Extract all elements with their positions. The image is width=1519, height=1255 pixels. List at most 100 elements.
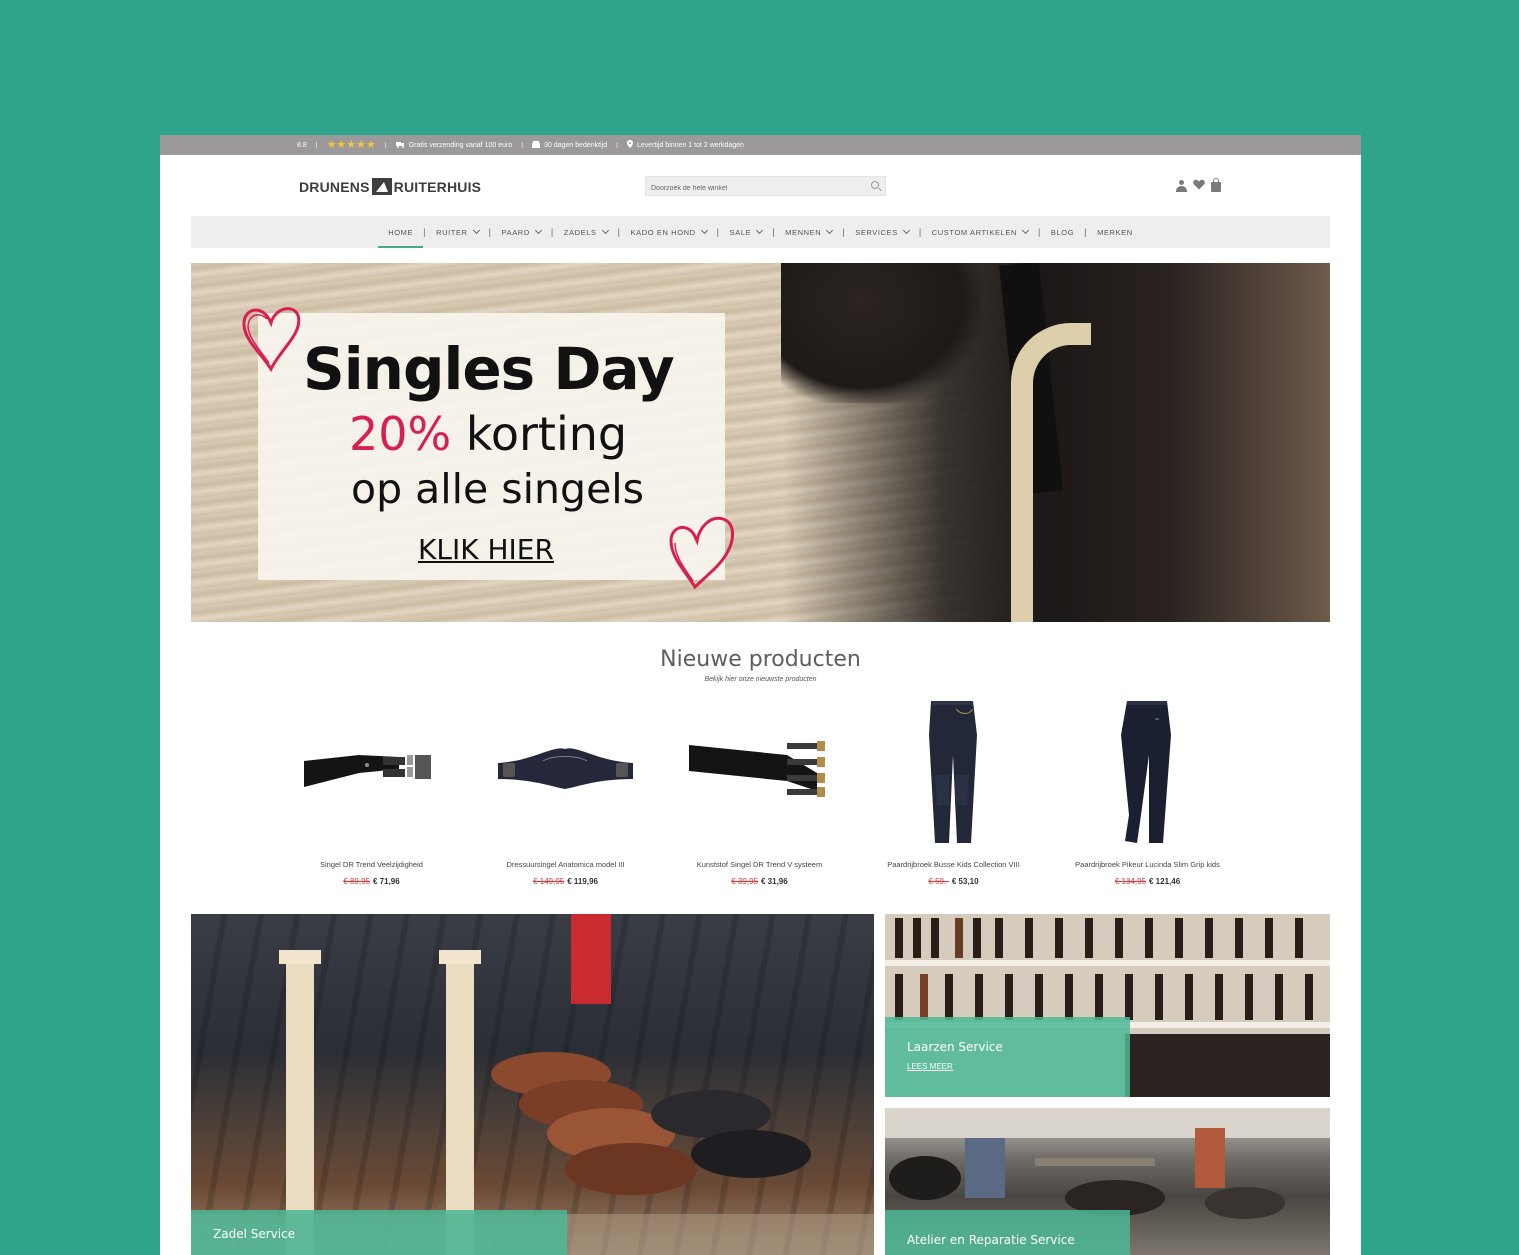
chevron-down-icon — [756, 226, 764, 235]
tile-caption: Atelier en Reparatie Service — [885, 1210, 1130, 1255]
product-old-price: € 39,95 — [731, 877, 758, 886]
nav-label: KADO EN HOND — [630, 227, 696, 237]
wishlist-heart-icon[interactable] — [1193, 179, 1205, 192]
nav-label: ZADELS — [563, 227, 597, 237]
nav-item-home[interactable]: HOME — [378, 216, 424, 248]
heart-doodle-icon — [242, 307, 301, 373]
product-old-price: € 134,95 — [1114, 877, 1146, 886]
nav-label: PAARD — [501, 227, 530, 237]
product-price: € 39,95 € 31,96 — [667, 877, 852, 886]
atelier-reparatie-tile[interactable]: Atelier en Reparatie Service — [885, 1108, 1330, 1255]
tile-title: Atelier en Reparatie Service — [907, 1233, 1075, 1247]
hero-banner[interactable]: Singles Day 20% korting op alle singels … — [191, 263, 1330, 622]
header-actions — [1176, 177, 1221, 192]
nav-item-merken[interactable]: MERKEN — [1087, 216, 1143, 248]
tile-title: Zadel Service — [213, 1227, 296, 1241]
product-card[interactable]: Paardrijbroek Busse Kids Collection VIII… — [861, 695, 1046, 886]
chevron-down-icon — [601, 226, 609, 235]
horse-photo — [781, 263, 981, 403]
product-image — [861, 695, 1046, 855]
account-icon[interactable] — [1176, 179, 1187, 192]
read-more-link[interactable]: LEES MEER — [907, 1062, 1108, 1071]
nav-label: MERKEN — [1097, 227, 1133, 237]
chevron-down-icon — [826, 226, 834, 235]
product-card[interactable]: Dressuursingel Anatomica model III € 149… — [473, 695, 658, 886]
product-price: € 134,95 € 121,46 — [1055, 877, 1240, 886]
rating-stars: ★★★★★ — [326, 138, 376, 151]
product-card[interactable]: Kunststof Singel DR Trend V systeem € 39… — [667, 695, 852, 886]
product-image — [473, 695, 658, 855]
product-sale-price: € 119,96 — [567, 877, 598, 886]
nav-item-custom-artikelen[interactable]: CUSTOM ARTIKELEN — [922, 216, 1038, 248]
hero-subline: op alle singels — [351, 465, 645, 513]
nav-item-blog[interactable]: BLOG — [1041, 216, 1084, 248]
delivery-text: Levertijd binnen 1 tot 2 werkdagen — [636, 141, 744, 149]
chevron-down-icon — [700, 226, 708, 235]
chevron-down-icon — [534, 226, 542, 235]
truck-icon — [395, 141, 405, 150]
search-icon[interactable] — [871, 181, 879, 189]
nav-item-sale[interactable]: SALE — [720, 216, 773, 248]
product-image — [279, 695, 464, 855]
girth-fleece-photo — [1011, 323, 1091, 622]
product-old-price: € 89,95 — [343, 877, 370, 886]
tile-caption: Zadel Service — [191, 1210, 567, 1255]
nav-item-services[interactable]: SERVICES — [845, 216, 919, 248]
section-title: Nieuwe producten — [660, 647, 861, 672]
product-sale-price: € 53,10 — [951, 877, 979, 886]
tile-caption: Laarzen Service LEES MEER — [885, 1017, 1130, 1097]
search-box — [645, 176, 886, 198]
product-name: Kunststof Singel DR Trend V systeem — [696, 860, 823, 869]
product-price: € 89,95 € 71,96 — [279, 877, 464, 886]
nav-item-mennen[interactable]: MENNEN — [775, 216, 842, 248]
chevron-down-icon — [472, 226, 480, 235]
nav-item-kado-en-hond[interactable]: KADO EN HOND — [621, 216, 717, 248]
nav-label: SALE — [729, 227, 752, 237]
search-input[interactable] — [646, 179, 856, 198]
shopping-bag-icon[interactable] — [1211, 177, 1221, 192]
tile-title: Laarzen Service — [907, 1040, 1003, 1054]
product-image — [667, 695, 852, 855]
logo-text-left: DRUNENS — [299, 178, 370, 195]
info-bar: 8.8 | ★★★★★ | Gratis verzending vanaf 10… — [160, 135, 1361, 155]
product-card[interactable]: Paardrijbroek Pikeur Lucinda Slim Grip k… — [1055, 695, 1240, 886]
hero-discount-percent: 20% — [349, 407, 452, 461]
product-old-price: € 149,95 — [533, 877, 565, 886]
logo-text-right: RUITERHUIS — [393, 178, 482, 195]
heart-doodle-icon — [669, 516, 734, 590]
zadel-service-tile[interactable]: Zadel Service — [191, 914, 874, 1255]
separator: | — [315, 141, 318, 149]
main-navigation: HOME | RUITER | PAARD | ZADELS | KADO EN… — [191, 216, 1330, 248]
section-subtitle: Bekijk hier onze nieuwste producten — [704, 676, 817, 683]
product-sale-price: € 71,96 — [373, 877, 400, 886]
product-name: Paardrijbroek Busse Kids Collection VIII — [887, 860, 1020, 869]
site-logo[interactable]: DRUNENS RUITERHUIS — [299, 178, 481, 195]
nav-item-zadels[interactable]: ZADELS — [554, 216, 618, 248]
nav-label: RUITER — [436, 227, 468, 237]
nav-label: HOME — [388, 227, 414, 237]
nav-label: CUSTOM ARTIKELEN — [931, 227, 1017, 237]
product-name: Singel DR Trend Veelzijdigheid — [320, 860, 423, 869]
product-card[interactable]: Singel DR Trend Veelzijdigheid € 89,95 € … — [279, 695, 464, 886]
chevron-down-icon — [1021, 226, 1029, 235]
rating-score: 8.8 — [297, 141, 307, 149]
browser-page: 8.8 | ★★★★★ | Gratis verzending vanaf 10… — [160, 135, 1361, 1255]
nav-item-paard[interactable]: PAARD — [492, 216, 551, 248]
product-price: € 149,95 € 119,96 — [473, 877, 658, 886]
hero-title: Singles Day — [303, 335, 675, 403]
product-name: Dressuursingel Anatomica model III — [506, 860, 625, 869]
product-name: Paardrijbroek Pikeur Lucinda Slim Grip k… — [1075, 860, 1220, 869]
nav-item-ruiter[interactable]: RUITER — [426, 216, 489, 248]
hero-discount: 20% korting — [349, 407, 627, 461]
hero-discount-text: korting — [465, 407, 628, 461]
separator: | — [616, 141, 618, 149]
box-icon — [532, 140, 541, 150]
hero-cta-link[interactable]: KLIK HIER — [418, 533, 554, 566]
separator: | — [384, 141, 387, 149]
product-sale-price: € 121,46 — [1149, 877, 1181, 886]
laarzen-service-tile[interactable]: Laarzen Service LEES MEER — [885, 914, 1330, 1097]
nav-label: MENNEN — [785, 227, 822, 237]
nav-label: BLOG — [1050, 227, 1075, 237]
nav-label: SERVICES — [855, 227, 898, 237]
product-image — [1055, 695, 1240, 855]
